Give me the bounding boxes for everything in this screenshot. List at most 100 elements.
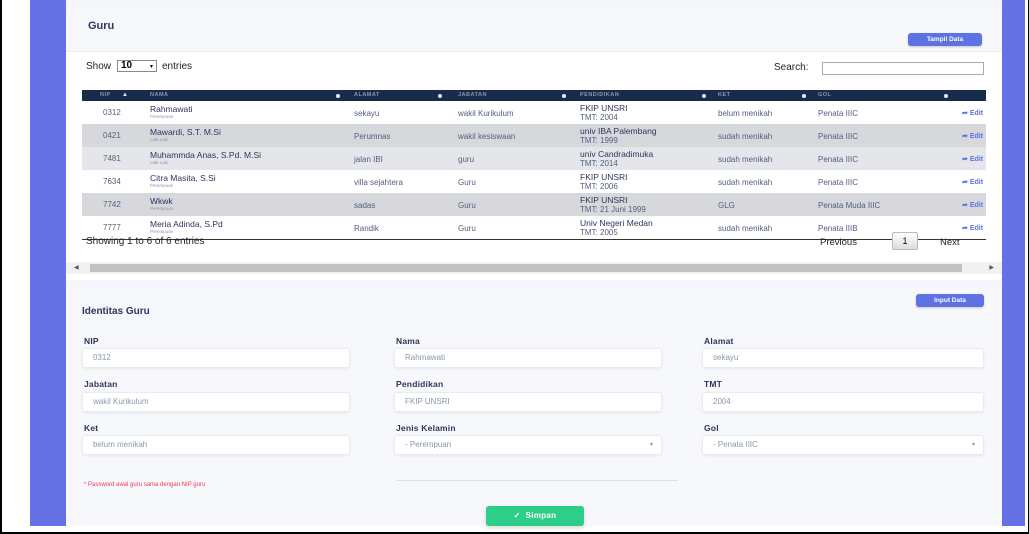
sort-icon — [562, 94, 566, 98]
guru-table-card: Guru Tampil Data Show 10 ▾ entries Searc… — [66, 10, 1002, 280]
jenis-kelamin-value: - Perempuan — [405, 440, 452, 449]
cell-nip: 7777 — [103, 223, 121, 232]
cell-nip: 7742 — [103, 200, 121, 209]
edit-link[interactable]: ➦ Edit — [962, 109, 983, 117]
cell-tmt: TMT: 1999 — [580, 136, 618, 145]
card-title: Guru — [88, 20, 115, 32]
share-arrow-icon: ➦ — [962, 110, 968, 117]
chevron-down-icon: ▾ — [971, 442, 975, 448]
table-row: 7481 Muhammda Anas, S.Pd. M.Si Laki-Laki… — [82, 147, 986, 170]
th-nip[interactable]: NIP — [100, 90, 111, 101]
th-jabatan[interactable]: JABATAN — [458, 90, 487, 101]
simpan-button[interactable]: ✓ Simpan — [486, 506, 584, 526]
cell-alamat: villa sejahtera — [354, 178, 403, 187]
pendidikan-label: Pendidikan — [396, 379, 444, 389]
cell-ket: sudah menikah — [718, 178, 773, 187]
cell-pendidikan: univ IBA Palembang — [580, 126, 657, 136]
alamat-label: Alamat — [704, 336, 734, 346]
cell-nama: Mawardi, S.T. M.Si — [150, 127, 221, 137]
jenis-kelamin-label: Jenis Kelamin — [396, 423, 456, 433]
share-arrow-icon: ➦ — [962, 179, 968, 186]
cell-gol: Penata IIIC — [818, 178, 859, 187]
cell-tmt: TMT: 2006 — [580, 182, 618, 191]
table-info: Showing 1 to 6 of 6 entries — [86, 236, 205, 247]
edit-link[interactable]: ➦ Edit — [962, 201, 983, 209]
cell-nip: 0312 — [103, 108, 121, 117]
simpan-label: Simpan — [525, 511, 557, 520]
share-arrow-icon: ➦ — [962, 133, 968, 140]
sort-icon — [336, 94, 340, 98]
gol-select[interactable]: - Penata IIIC ▾ — [702, 435, 984, 455]
th-ket[interactable]: KET — [718, 90, 731, 101]
previous-button[interactable]: Previous — [820, 237, 857, 248]
cell-jk: Perempuan — [150, 229, 174, 234]
nip-field[interactable]: 0312 — [82, 348, 350, 368]
th-gol[interactable]: GOL — [818, 90, 831, 101]
cell-ket: belum menikah — [718, 109, 773, 118]
cell-nip: 0421 — [103, 131, 121, 140]
table-row: 7777 Meria Adinda, S.Pd Perempuan Randik… — [82, 216, 986, 239]
cell-jabatan: Guru — [458, 178, 476, 187]
cell-ket: sudah menikah — [718, 155, 773, 164]
chevron-down-icon: ▾ — [149, 64, 153, 70]
edit-link[interactable]: ➦ Edit — [962, 224, 983, 232]
th-pendidikan[interactable]: PENDIDIKAN — [580, 90, 619, 101]
cell-pendidikan: FKIP UNSRI — [580, 195, 628, 205]
entries-label: entries — [162, 61, 193, 72]
cell-alamat: jalan IBI — [354, 155, 383, 164]
cell-gol: Penata IIIC — [818, 109, 859, 118]
cell-alamat: Perumnas — [354, 132, 391, 141]
tmt-field[interactable]: 2004 — [702, 392, 984, 412]
ket-label: Ket — [84, 423, 99, 433]
cell-jk: Perempuan — [150, 206, 174, 211]
cell-nama: Wkwk — [150, 196, 173, 206]
edit-link[interactable]: ➦ Edit — [962, 132, 983, 140]
cell-gol: Penata IIIB — [818, 224, 858, 233]
jabatan-label: Jabatan — [84, 379, 118, 389]
alamat-field[interactable]: sekayu — [702, 348, 984, 368]
cell-ket: GLG — [718, 201, 735, 210]
cell-tmt: TMT: 2004 — [580, 113, 618, 122]
th-alamat[interactable]: ALAMAT — [354, 90, 380, 101]
cell-nama: Meria Adinda, S.Pd — [150, 219, 223, 229]
form-title: Identitas Guru — [82, 306, 150, 317]
nama-field[interactable]: Rahmawati — [394, 348, 662, 368]
tampil-data-button[interactable]: Tampil Data — [908, 33, 982, 46]
ket-field[interactable]: belum menikah — [82, 435, 350, 455]
cell-gol: Penata Muda IIIC — [818, 201, 881, 210]
input-data-button[interactable]: Input Data — [916, 294, 984, 307]
sort-asc-icon: ▲ — [122, 92, 129, 98]
scroll-right-icon[interactable]: ▶ — [989, 264, 994, 271]
cell-jk: Perempuan — [150, 114, 174, 119]
cell-alamat: sekayu — [354, 109, 380, 118]
sort-icon — [702, 94, 706, 98]
gol-label: Gol — [704, 423, 719, 433]
th-nama[interactable]: NAMA — [150, 90, 169, 101]
cell-ket: sudah menikah — [718, 132, 773, 141]
edit-link[interactable]: ➦ Edit — [962, 178, 983, 186]
cell-tmt: TMT: 2014 — [580, 159, 618, 168]
password-note: * Password awal guru sama dengan NIP gur… — [84, 482, 206, 488]
next-button[interactable]: Next — [940, 237, 960, 248]
scroll-left-icon[interactable]: ◀ — [74, 264, 79, 271]
jenis-kelamin-select[interactable]: - Perempuan ▾ — [394, 435, 662, 455]
cell-nama: Citra Masita, S.Si — [150, 173, 216, 183]
entries-select[interactable]: 10 ▾ — [117, 60, 157, 72]
horizontal-scrollbar[interactable]: ◀ ▶ — [66, 262, 1002, 274]
cell-jk: Perempuan — [150, 183, 174, 188]
page-1-button[interactable]: 1 — [892, 232, 918, 250]
search-input[interactable] — [822, 62, 984, 75]
cell-jabatan: wakil kesiswaan — [458, 132, 516, 141]
cell-nama: Muhammda Anas, S.Pd. M.Si — [150, 150, 262, 160]
scrollbar-thumb[interactable] — [90, 264, 962, 272]
jabatan-field[interactable]: wakil Kurikulum — [82, 392, 350, 412]
cell-jabatan: Guru — [458, 224, 476, 233]
sort-icon — [802, 94, 806, 98]
table-row: 7742 Wkwk Perempuan sadas Guru FKIP UNSR… — [82, 193, 986, 216]
show-label: Show — [86, 61, 112, 72]
cell-pendidikan: FKIP UNSRI — [580, 172, 628, 182]
cell-jabatan: wakil Kurikulum — [458, 109, 514, 118]
pendidikan-field[interactable]: FKIP UNSRI — [394, 392, 662, 412]
edit-link[interactable]: ➦ Edit — [962, 155, 983, 163]
identitas-guru-form: Identitas Guru Input Data NIP 0312 Nama … — [66, 286, 1002, 526]
